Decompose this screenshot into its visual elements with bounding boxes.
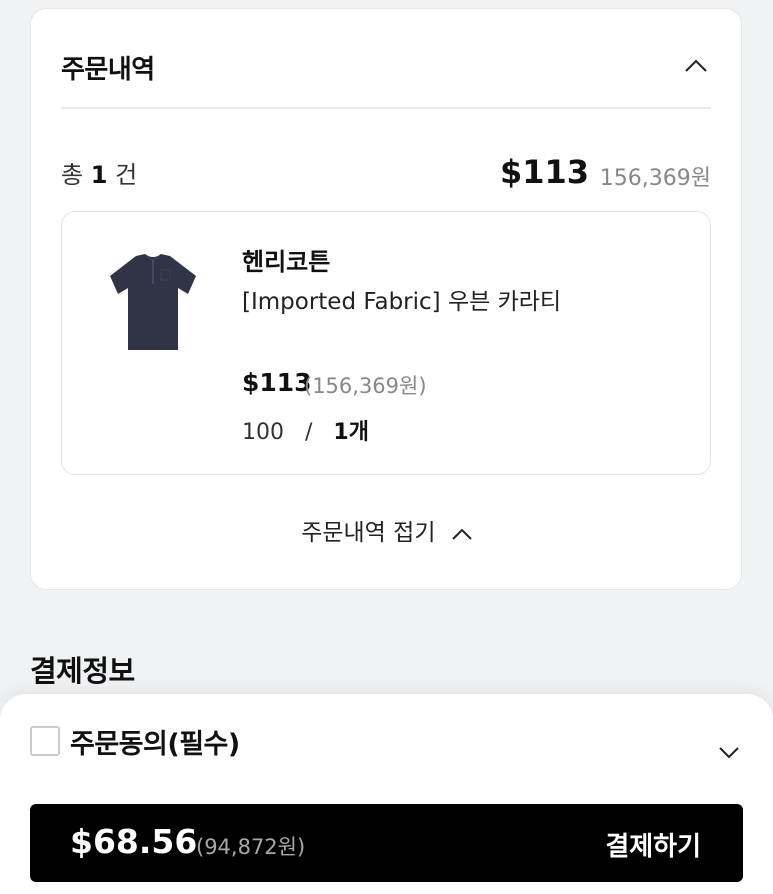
product-name: [Imported Fabric] 우븐 카라티: [242, 289, 562, 315]
product-item: 헨리코튼 [Imported Fabric] 우븐 카라티 $113 (156,…: [61, 211, 711, 475]
total-price-krw: 156,369원: [599, 166, 711, 191]
polo-shirt-image: [98, 246, 208, 356]
count-number: 1: [90, 161, 108, 189]
product-option: 100 / 1개: [242, 414, 369, 446]
fold-order-label: 주문내역 접기: [301, 520, 436, 546]
pay-button[interactable]: $68.56 (94,872원) 결제하기: [30, 804, 743, 882]
pay-amount-krw: (94,872원): [196, 835, 306, 859]
product-size: 100: [242, 420, 284, 445]
order-summary-card: 주문내역 총 1 건 $113 156,369원 헨리코튼 [Imported …: [30, 8, 742, 590]
product-quantity: 1개: [333, 420, 369, 445]
payment-info-title: 결제정보: [30, 654, 135, 688]
order-summary-header[interactable]: 주문내역: [61, 9, 711, 109]
chevron-up-icon: [451, 521, 473, 547]
pay-button-label: 결제하기: [605, 832, 701, 862]
order-count-row: 총 1 건 $113 156,369원: [61, 149, 711, 199]
agreement-checkbox[interactable]: [30, 726, 60, 756]
product-price-usd: $113: [242, 368, 312, 397]
chevron-down-icon[interactable]: [715, 738, 743, 766]
option-separator: /: [305, 420, 313, 445]
pay-amount-usd: $68.56: [70, 822, 198, 861]
chevron-up-icon[interactable]: [681, 51, 711, 81]
count-prefix: 총: [61, 161, 84, 189]
product-brand: 헨리코튼: [242, 248, 331, 276]
count-suffix: 건: [115, 161, 138, 189]
fold-order-button[interactable]: 주문내역 접기: [31, 513, 743, 547]
total-price-usd: $113: [499, 153, 589, 191]
order-count: 총 1 건: [61, 155, 137, 190]
checkout-bottom-sheet: 주문동의(필수) $68.56 (94,872원) 결제하기: [0, 694, 773, 894]
order-summary-title: 주문내역: [61, 55, 155, 85]
product-price-krw: (156,369원): [304, 374, 427, 398]
agreement-label[interactable]: 주문동의(필수): [70, 722, 240, 761]
